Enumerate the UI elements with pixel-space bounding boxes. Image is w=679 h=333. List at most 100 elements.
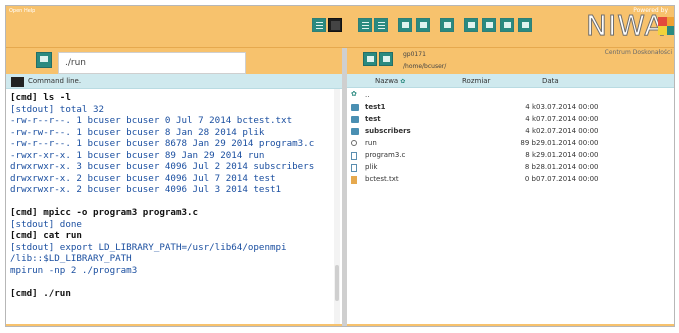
file-row[interactable]: plik 8 b 28.01.2014 00:00 (347, 162, 674, 174)
folder-icon (351, 116, 359, 123)
logo-square-orange (667, 17, 674, 26)
current-directory: /home/bcuser/ (403, 63, 447, 70)
console-title: Command line. (28, 77, 82, 85)
file-date: 29.01.2014 00:00 (536, 139, 599, 147)
console-scrollbar[interactable] (334, 89, 340, 324)
parent-directory-button[interactable] (36, 52, 52, 68)
logo-square-yellow (658, 26, 667, 35)
file-size: 89 b (520, 139, 536, 147)
file-row[interactable]: run 89 b 29.01.2014 00:00 (347, 138, 674, 150)
column-header-size[interactable]: Rozmiar (462, 77, 490, 85)
command-line-icon (11, 77, 24, 87)
file-icon (351, 164, 357, 172)
console-output-line: drwxrwxr-x. 3 bcuser bcuser 4096 Jul 2 2… (10, 161, 315, 172)
console-output[interactable]: [cmd] ls -l [stdout] total 32 -rw-r--r--. … (10, 92, 332, 299)
host-label: gp0171 (403, 51, 426, 58)
console-output-line: -rw-rw-r--. 1 bcuser bcuser 8 Jan 28 201… (10, 126, 265, 138)
console-command-line: [cmd] cat run (10, 230, 82, 241)
file-row[interactable]: test 4 k 07.07.2014 00:00 (347, 114, 674, 126)
file-size: 4 k (525, 127, 536, 135)
console-output-line: /lib::$LD_LIBRARY_PATH (10, 253, 132, 264)
app-window: Open Help Powered by NIWA gp0171 (5, 5, 675, 327)
refresh-icon[interactable] (518, 18, 532, 32)
console-output-line: [stdout] total 32 (10, 103, 105, 115)
up-arrow-icon: ✿ (351, 90, 357, 98)
copy-icon[interactable] (464, 18, 478, 32)
file-date: 02.07.2014 00:00 (536, 127, 599, 135)
file-row[interactable]: program3.c 8 k 29.01.2014 00:00 (347, 150, 674, 162)
console-output-line: mpirun -np 2 ./program3 (10, 264, 138, 276)
file-name: .. (365, 91, 370, 99)
file-row[interactable]: subscribers 4 k 02.07.2014 00:00 (347, 126, 674, 138)
new-folder-icon[interactable] (398, 18, 412, 32)
console-header: Command line. (6, 74, 342, 89)
niwa-wordmark: NIWA (586, 9, 665, 42)
file-row[interactable]: test1 4 k 03.07.2014 00:00 (347, 102, 674, 114)
file-name: test1 (365, 103, 386, 111)
terminal-icon[interactable] (328, 18, 342, 32)
right-status-bar (347, 324, 674, 326)
left-path-bar (6, 48, 342, 74)
up-folder-icon[interactable] (379, 52, 393, 66)
console-output-line: -rwxr-xr-x. 1 bcuser bcuser 89 Jan 29 20… (10, 149, 265, 161)
sort-icon: ✿ (400, 78, 406, 85)
console-output-line: -rw-r--r--. 1 bcuser bcuser 8678 Jan 29 … (10, 138, 315, 149)
file-list: ✿.. test1 4 k 03.07.2014 00:00 test 4 k 07.07.… (347, 90, 674, 186)
cut-icon[interactable] (482, 18, 496, 32)
file-name: run (365, 139, 377, 147)
detail-view-icon[interactable] (374, 18, 388, 32)
top-toolbar: Open Help Powered by NIWA (6, 6, 674, 48)
console-command-line: [cmd] mpicc -o program3 program3.c (10, 207, 199, 218)
file-date: 07.07.2014 00:00 (536, 115, 599, 123)
console-output-line: [stdout] done (10, 218, 82, 230)
logo-square-red (658, 17, 667, 26)
file-size: 8 b (524, 163, 536, 171)
column-header-name[interactable]: Nazwa ✿ (375, 77, 406, 85)
console-command-line: [cmd] ls -l (10, 92, 71, 103)
console-command-line: [cmd] ./run (10, 287, 71, 299)
exec-icon (351, 140, 357, 146)
left-status-bar (6, 324, 342, 326)
folder-icon (351, 104, 359, 111)
console-output-line: [stdout] export LD_LIBRARY_PATH=/usr/lib… (10, 241, 287, 253)
file-size: 4 k (525, 115, 536, 123)
file-size: 0 b (524, 175, 536, 183)
file-name: subscribers (365, 127, 411, 135)
console-output-line: drwxrwxr-x. 2 bcuser bcuser 4096 Jul 7 2… (10, 172, 276, 184)
home-icon[interactable] (363, 52, 377, 66)
logo-square-teal (667, 26, 674, 35)
file-name: bctest.txt (365, 175, 399, 183)
file-row[interactable]: ✿.. (347, 90, 674, 102)
file-size: 4 k (525, 103, 536, 111)
console-output-line: -rw-r--r--. 1 bcuser bcuser 0 Jul 7 2014… (10, 115, 293, 126)
file-name: program3.c (365, 151, 406, 159)
file-name: test (365, 115, 381, 123)
file-date: 28.01.2014 00:00 (536, 163, 599, 171)
right-path-bar: gp0171 /home/bcuser/ Centrum Doskonałośc… (347, 48, 674, 74)
file-icon (351, 152, 357, 160)
path-input[interactable] (58, 52, 246, 74)
upload-icon[interactable] (440, 18, 454, 32)
console-pane: Command line. [cmd] ls -l [stdout] total … (6, 74, 342, 324)
file-list-header: Nazwa ✿ Rozmiar Data (347, 74, 674, 88)
help-label[interactable]: Open Help (9, 8, 35, 14)
text-file-icon (351, 176, 357, 184)
list-view-icon[interactable] (312, 18, 326, 32)
file-size: 8 k (525, 151, 536, 159)
console-output-line: drwxrwxr-x. 2 bcuser bcuser 4096 Jul 3 2… (10, 184, 282, 195)
scrollbar-thumb[interactable] (335, 265, 339, 301)
file-date: 29.01.2014 00:00 (536, 151, 599, 159)
column-header-date[interactable]: Data (542, 77, 559, 85)
new-file-icon[interactable] (416, 18, 430, 32)
niwa-logo: Powered by NIWA (578, 7, 674, 43)
paste-icon[interactable] (500, 18, 514, 32)
file-browser-pane: Nazwa ✿ Rozmiar Data ✿.. test1 4 k 03.07.201… (347, 74, 674, 324)
folder-icon (351, 128, 359, 135)
file-row[interactable]: bctest.txt 0 b 07.07.2014 00:00 (347, 174, 674, 186)
list-view-icon[interactable] (358, 18, 372, 32)
file-date: 07.07.2014 00:00 (536, 175, 599, 183)
centrum-label: Centrum Doskonałości (604, 49, 672, 56)
file-name: plik (365, 163, 378, 171)
